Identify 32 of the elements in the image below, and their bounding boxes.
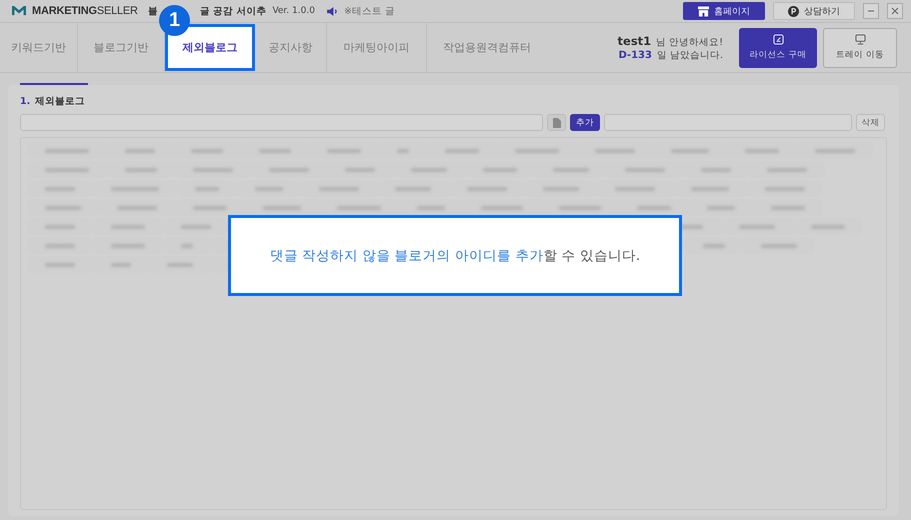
section-title: 제외블로그 (35, 95, 86, 108)
file-button[interactable] (547, 114, 566, 131)
search-field[interactable] (604, 114, 852, 131)
top-button[interactable]: 상담하기 (773, 2, 855, 20)
callout-text: 댓글 작성하지 않을 블로거의 아이디를 추가할 수 있습니다. (270, 246, 640, 264)
blog-id-field[interactable] (20, 114, 543, 131)
edit-icon (772, 34, 784, 45)
user-name: test1 (618, 34, 652, 48)
store-icon (698, 6, 709, 16)
step-badge: 1 (159, 5, 190, 36)
notice-text: ※테스트 글 (344, 4, 395, 18)
brand-name: MARKETINGSELLER (32, 5, 138, 17)
close-button[interactable] (887, 3, 903, 19)
action-button[interactable]: 트레이 이동 (823, 28, 897, 68)
days-left: D-133 (618, 50, 652, 60)
top-button[interactable]: 홈페이지 (683, 2, 765, 20)
app-title: 글 공감 서이추 (200, 4, 266, 18)
greeting-text: 님 안녕하세요! (656, 36, 723, 48)
speaker-icon (326, 6, 338, 16)
file-icon (552, 118, 562, 128)
minimize-button[interactable] (863, 3, 879, 19)
action-button[interactable]: 라이선스 구매 (739, 28, 817, 68)
logo-icon (12, 6, 26, 16)
close-icon (890, 6, 900, 16)
days-suffix: 일 남았습니다. (656, 48, 723, 62)
section-number: 1. (20, 96, 30, 107)
p-coin-icon (788, 6, 799, 16)
monitor-icon (854, 34, 866, 45)
app-title: 블 (148, 4, 158, 18)
add-button[interactable]: 추가 (570, 114, 600, 131)
delete-button[interactable]: 삭제 (856, 114, 885, 131)
version-label: Ver. 1.0.0 (272, 6, 315, 16)
